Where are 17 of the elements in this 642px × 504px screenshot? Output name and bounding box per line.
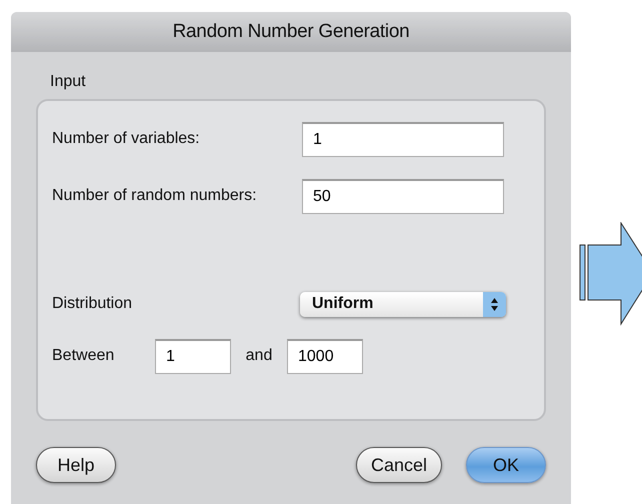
input-field[interactable]: 1000 bbox=[287, 338, 363, 374]
arrow-icon bbox=[578, 222, 642, 328]
field-label: Between bbox=[52, 347, 116, 365]
distribution-dropdown[interactable]: Uniform bbox=[300, 292, 506, 316]
stepper-icon bbox=[483, 292, 506, 316]
window-title: Random Number Generation bbox=[172, 21, 410, 43]
field-label: Distribution bbox=[52, 295, 134, 313]
field-label: and bbox=[244, 347, 274, 365]
input-field[interactable]: 1 bbox=[155, 338, 231, 374]
ok-button[interactable]: OK bbox=[466, 447, 546, 483]
input-field[interactable]: 1 bbox=[302, 122, 504, 156]
group-label: Input bbox=[50, 73, 86, 91]
dialog-button[interactable]: Help bbox=[36, 447, 116, 483]
field-label: Number of variables: bbox=[52, 130, 201, 148]
field-label: Number of random numbers: bbox=[52, 187, 258, 205]
input-field[interactable]: 50 bbox=[302, 178, 504, 214]
dialog-button[interactable]: Cancel bbox=[356, 447, 442, 483]
